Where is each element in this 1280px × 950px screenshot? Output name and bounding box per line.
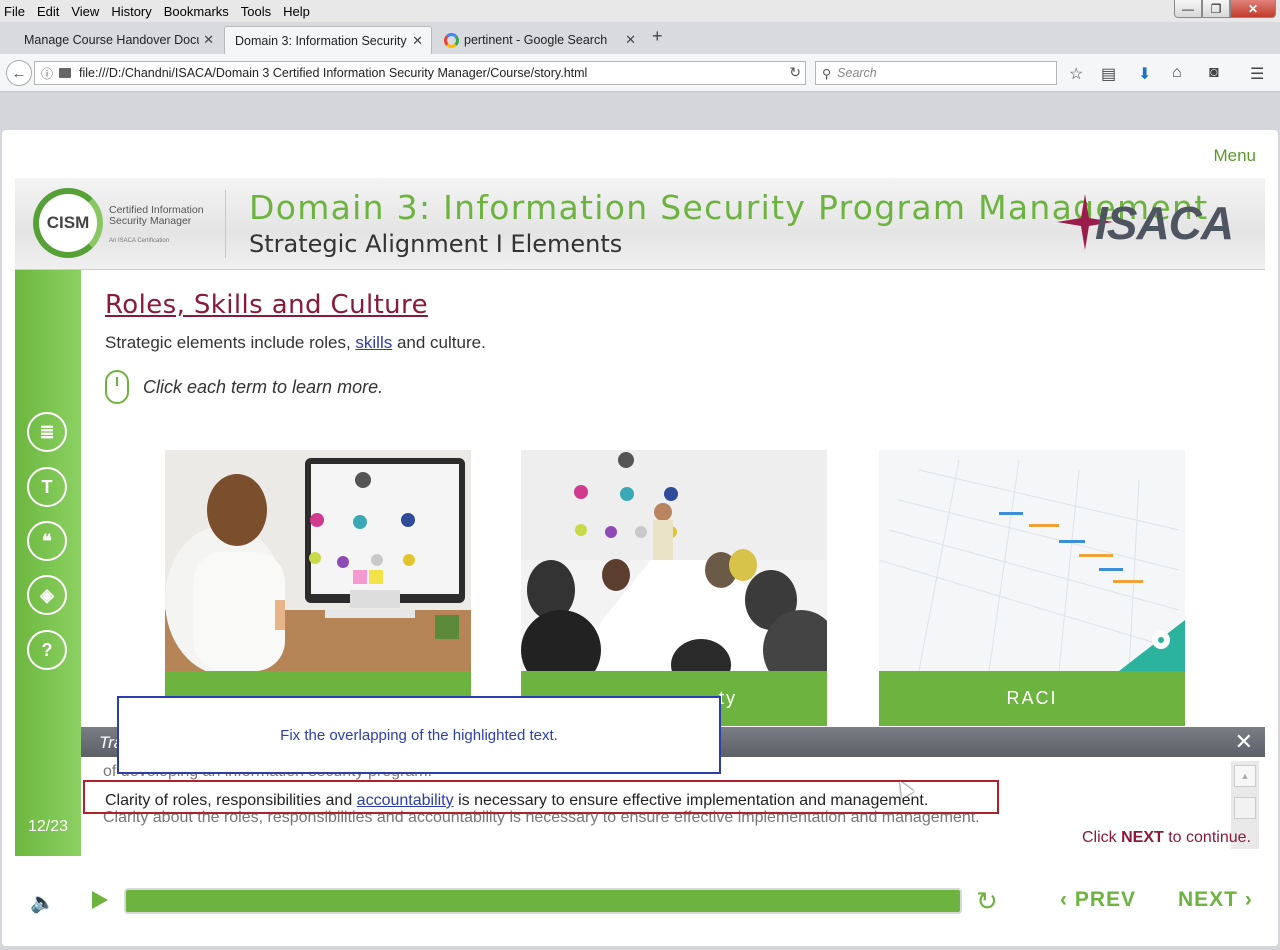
skills-link[interactable]: skills <box>355 333 392 352</box>
reload-icon[interactable]: ↻ <box>789 64 801 81</box>
raci-image <box>879 450 1185 671</box>
next-label: NEXT <box>1178 888 1239 911</box>
scroll-thumb[interactable] <box>1234 797 1256 819</box>
cism-line-2: Security Manager <box>109 215 192 227</box>
bookmark-star-icon[interactable]: ☆ <box>1069 64 1083 84</box>
progress-fill <box>126 890 960 912</box>
search-icon: ⚲ <box>822 66 832 81</box>
instruction-text: Click each term to learn more. <box>143 376 384 397</box>
close-tab-icon[interactable]: ✕ <box>412 33 423 49</box>
term-card-roles[interactable] <box>165 450 471 726</box>
course-banner: CISM Certified Information Security Mana… <box>15 178 1265 270</box>
next-button[interactable]: NEXT › <box>1178 888 1253 912</box>
intro-text-end: and culture. <box>392 333 486 352</box>
close-window-button[interactable]: ✕ <box>1230 0 1276 18</box>
cism-subline: An ISACA Certification <box>109 238 170 244</box>
intro-text: Strategic elements include roles, <box>105 333 356 352</box>
url-text: file:///D:/Chandni/ISACA/Domain 3 Certif… <box>79 66 588 80</box>
back-arrow-icon[interactable]: ← <box>6 60 32 86</box>
card-label: RACI <box>879 671 1185 726</box>
menu-file[interactable]: File <box>4 4 25 19</box>
review-comment-text: Fix the overlapping of the highlighted t… <box>280 726 558 744</box>
resources-layers-icon[interactable]: ◈ <box>27 575 67 615</box>
tab-label: pertinent - Google Search <box>464 33 608 47</box>
continue-next-bold: NEXT <box>1121 829 1164 846</box>
replay-icon[interactable]: ↻ <box>976 886 998 917</box>
home-icon[interactable]: ⌂ <box>1172 64 1182 82</box>
info-icon[interactable]: ⓘ <box>41 65 53 82</box>
banner-divider <box>225 190 226 258</box>
reading-list-icon[interactable]: ▤ <box>1101 64 1116 84</box>
cism-abbr: CISM <box>46 213 90 232</box>
minimize-button[interactable]: — <box>1174 0 1202 18</box>
scroll-up-icon[interactable]: ▲ <box>1234 765 1256 787</box>
term-card-accountability[interactable]: ty <box>521 450 827 726</box>
close-tab-icon[interactable]: ✕ <box>625 32 636 48</box>
slide-intro: Strategic elements include roles, skills… <box>105 333 486 353</box>
term-card-raci[interactable]: RACI <box>879 450 1185 726</box>
slide-counter: 12/23 <box>27 818 69 835</box>
maximize-button[interactable]: ❐ <box>1202 0 1230 18</box>
tab-strip: Manage Course Handover Docum ✕ Domain 3:… <box>0 22 1280 54</box>
help-icon[interactable]: ? <box>27 630 67 670</box>
cism-logo-text: Certified Information Security Manager <box>109 205 204 227</box>
playback-controls: 🔈 ↻ ‹ PREV NEXT › <box>2 860 1278 940</box>
tab-domain-3[interactable]: Domain 3: Information Security P ✕ <box>224 26 432 54</box>
mouse-icon <box>105 370 129 404</box>
play-icon[interactable] <box>92 891 108 909</box>
isaca-logo: ISACA <box>1055 192 1235 252</box>
download-icon[interactable]: ⬇ <box>1138 64 1151 84</box>
overlap-highlight-box <box>83 780 999 814</box>
transcript-icon[interactable]: T <box>27 467 67 507</box>
tab-google-search[interactable]: pertinent - Google Search ✕ <box>434 26 644 54</box>
tab-label: Domain 3: Information Security P <box>235 33 410 48</box>
continue-prompt: Click NEXT to continue. <box>1082 829 1251 847</box>
tab-course-handover[interactable]: Manage Course Handover Docum ✕ <box>2 26 222 54</box>
instruction: Click each term to learn more. <box>105 370 383 404</box>
menu-tools[interactable]: Tools <box>241 4 271 19</box>
close-tab-icon[interactable]: ✕ <box>203 32 214 48</box>
notes-icon[interactable]: ≣ <box>27 412 67 452</box>
course-subtitle: Strategic Alignment I Elements <box>249 230 623 258</box>
slide-heading: Roles, Skills and Culture <box>105 290 428 320</box>
address-bar[interactable]: ⓘ file:///D:/Chandni/ISACA/Domain 3 Cert… <box>34 61 806 85</box>
meeting-image <box>521 450 827 671</box>
menu-edit[interactable]: Edit <box>37 4 59 19</box>
search-placeholder: Search <box>837 66 877 80</box>
prev-label: PREV <box>1074 888 1137 911</box>
menu-bar: File Edit View History Bookmarks Tools H… <box>0 0 1280 22</box>
course-sidebar: ≣ T ❝ ◈ ? 12/23 <box>15 270 81 856</box>
progress-bar[interactable] <box>124 888 962 914</box>
roles-image <box>165 450 471 671</box>
prev-button[interactable]: ‹ PREV <box>1060 888 1136 912</box>
continue-text: Click <box>1082 829 1122 846</box>
page-icon <box>59 68 72 78</box>
continue-text-end: to continue. <box>1163 829 1251 846</box>
pocket-icon[interactable]: ◙ <box>1209 64 1219 82</box>
new-tab-icon[interactable]: + <box>652 26 663 47</box>
isaca-wordmark: ISACA <box>1095 197 1234 249</box>
course-menu-link[interactable]: Menu <box>1213 146 1256 166</box>
cism-logo: CISM <box>33 188 103 258</box>
google-icon <box>444 33 459 48</box>
volume-icon[interactable]: 🔈 <box>30 890 55 915</box>
hamburger-menu-icon[interactable]: ☰ <box>1250 64 1264 84</box>
menu-history[interactable]: History <box>111 4 151 19</box>
menu-help[interactable]: Help <box>283 4 310 19</box>
search-input[interactable]: ⚲ Search <box>815 61 1057 85</box>
close-transcript-icon[interactable]: ✕ <box>1235 729 1253 755</box>
review-comment-box: Fix the overlapping of the highlighted t… <box>117 696 721 774</box>
tab-label: Manage Course Handover Docum <box>24 33 199 47</box>
navigation-bar: ← ⓘ file:///D:/Chandni/ISACA/Domain 3 Ce… <box>0 54 1280 92</box>
menu-bookmarks[interactable]: Bookmarks <box>164 4 229 19</box>
menu-view[interactable]: View <box>71 4 99 19</box>
quote-icon[interactable]: ❝ <box>27 521 67 561</box>
